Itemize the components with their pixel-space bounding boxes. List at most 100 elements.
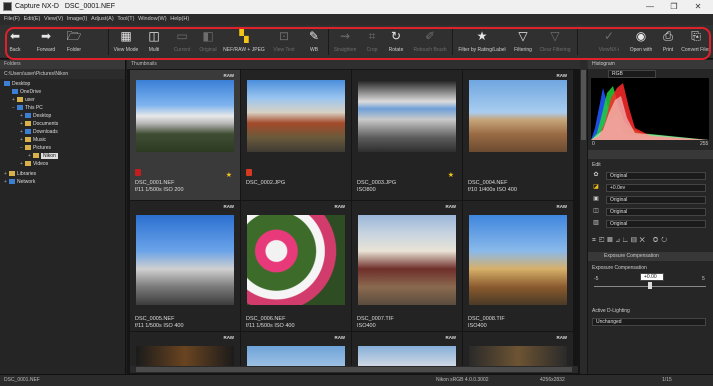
lens-select[interactable]: Original xyxy=(606,220,706,228)
menu-view[interactable]: View(V) xyxy=(44,14,63,25)
exposure-slider-thumb[interactable] xyxy=(648,282,652,289)
tree-music[interactable]: + Music xyxy=(20,136,46,144)
edit-tab-bar xyxy=(588,150,713,159)
thumbnail-cell[interactable]: RAW DSC_0004.NEF f/10 1/400s ISO 400 xyxy=(463,70,573,200)
tree-network[interactable]: + Network xyxy=(4,178,35,186)
print-button[interactable]: ⎙ Print xyxy=(659,27,677,57)
back-arrow-icon: ⬅ xyxy=(9,29,21,43)
toolbar-separator xyxy=(577,29,578,55)
toolbar-separator xyxy=(452,29,453,55)
tone-icon: ◫ xyxy=(593,208,599,214)
toolbar-separator xyxy=(108,29,109,55)
current-button[interactable]: ▭ Current xyxy=(170,27,194,57)
view-text-button[interactable]: ⊡ View Text xyxy=(270,27,298,57)
tree-pictures[interactable]: − Pictures xyxy=(20,144,51,152)
maximize-button[interactable]: ❐ xyxy=(664,2,684,11)
histogram-channel-select[interactable]: RGB xyxy=(608,70,656,78)
funnel-icon: ▽ xyxy=(518,29,528,43)
clear-filtering-button[interactable]: ▽ Clear Filtering xyxy=(537,27,573,57)
tool-icons-row[interactable]: ⌗◰▦⊿◺▨✕ ◎↻ xyxy=(592,237,670,245)
open-with-button[interactable]: ◉ Open with xyxy=(627,27,655,57)
tree-libraries[interactable]: + Libraries xyxy=(4,170,36,178)
multi-button[interactable]: ◫ Multi xyxy=(144,27,164,57)
file-name: DSC_0007.TIF xyxy=(357,316,394,322)
thumbnail-cell[interactable]: RAW xyxy=(241,332,351,366)
file-meta: f/11 1/500s ISO 400 xyxy=(135,323,184,329)
scroll-thumb[interactable] xyxy=(581,70,586,140)
menu-window[interactable]: Window(W) xyxy=(138,14,166,25)
title-bar: Capture NX-D DSC_0001.NEF — ❐ ✕ xyxy=(0,0,713,14)
file-name: DSC_0002.JPG xyxy=(246,180,286,186)
menu-adjust[interactable]: Adjust(A) xyxy=(91,14,114,25)
tree-this-pc[interactable]: − This PC xyxy=(12,104,43,112)
tree-desktop[interactable]: Desktop xyxy=(4,80,30,88)
label-flag-icon xyxy=(135,169,141,176)
back-button[interactable]: ⬅ Back xyxy=(4,27,26,57)
star-rating-icon: ★ xyxy=(225,172,232,179)
window-title: Capture NX-D DSC_0001.NEF xyxy=(15,3,116,10)
thumbnail-cell[interactable]: RAW xyxy=(130,332,240,366)
filtering-button[interactable]: ▽ Filtering xyxy=(511,27,535,57)
thumbnail-cell[interactable]: DSC_0002.JPG xyxy=(241,70,351,200)
thumbnail-cell[interactable]: RAW DSC_0006.NEF f/11 1/500s ISO 400 xyxy=(241,201,351,331)
rotate-button[interactable]: ↻ Rotate xyxy=(385,27,407,57)
scroll-thumb[interactable] xyxy=(136,367,572,372)
forward-arrow-icon: ➡ xyxy=(40,29,52,43)
forward-button[interactable]: ➡ Forward xyxy=(31,27,61,57)
original-button[interactable]: ◧ Original xyxy=(196,27,220,57)
wb-button[interactable]: ✎ WB xyxy=(305,27,323,57)
menu-image[interactable]: Image(I) xyxy=(67,14,87,25)
pictures-icon xyxy=(25,145,31,151)
thumbnail-cell[interactable]: RAW xyxy=(463,332,573,366)
thumbnail-image xyxy=(247,215,345,305)
white-balance-select[interactable]: Original xyxy=(606,196,706,204)
retouch-brush-button[interactable]: ✐ Retouch Brush xyxy=(410,27,450,57)
histogram-min: 0 xyxy=(592,141,595,147)
thumbnail-cell[interactable]: RAW xyxy=(352,332,462,366)
thumbnail-cell[interactable]: RAW DSC_0007.TIF ISO400 xyxy=(352,201,462,331)
tree-onedrive[interactable]: OneDrive xyxy=(12,88,41,96)
close-button[interactable]: ✕ xyxy=(688,2,708,11)
picture-control-select[interactable]: Original xyxy=(606,172,706,180)
tone-select[interactable]: Original xyxy=(606,208,706,216)
nef-jpeg-button[interactable]: ▚ NEF/RAW + JPEG xyxy=(222,27,266,57)
thumbnail-grid: Thumbnails RAW ★ DSC_0001.NEF f/11 1/500… xyxy=(127,60,588,374)
tree-desktop-2[interactable]: + Desktop xyxy=(20,112,51,120)
thumbnail-cell[interactable]: ★ DSC_0003.JPG ISO800 xyxy=(352,70,462,200)
menu-edit[interactable]: Edit(E) xyxy=(24,14,41,25)
raw-badge: RAW xyxy=(223,335,235,340)
convert-files-button[interactable]: ⎘ Convert Files xyxy=(681,27,711,57)
d-lighting-select[interactable]: Unchanged xyxy=(592,318,706,326)
eyedropper-icon: ✎ xyxy=(308,29,320,43)
crop-button[interactable]: ⌗ Crop xyxy=(363,27,381,57)
menu-help[interactable]: Help(H) xyxy=(170,14,189,25)
thumbnail-image xyxy=(136,346,234,366)
straighten-button[interactable]: ⇝ Straighten xyxy=(331,27,359,57)
thumbnail-horizontal-scrollbar[interactable] xyxy=(130,366,578,373)
thumbnail-image xyxy=(358,80,456,152)
menu-file[interactable]: File(F) xyxy=(4,14,20,25)
thumbnail-image xyxy=(469,346,567,366)
exposure-select[interactable]: +0.0ev xyxy=(606,184,706,192)
tree-videos[interactable]: + Videos xyxy=(20,160,48,168)
folder-button[interactable]: 🗁 Folder xyxy=(63,27,85,57)
filter-rating-button[interactable]: ★ Filter by Rating/Label xyxy=(456,27,508,57)
tree-user[interactable]: + user xyxy=(12,96,35,104)
minimize-button[interactable]: — xyxy=(640,2,660,11)
thumbnail-cell[interactable]: RAW DSC_0008.TIF ISO400 xyxy=(463,201,573,331)
thumbnail-vertical-scrollbar[interactable] xyxy=(580,60,587,374)
exposure-comp-header[interactable]: Exposure Compensation xyxy=(588,252,713,261)
thumbnail-cell[interactable]: RAW ★ DSC_0001.NEF f/11 1/500s ISO 200 xyxy=(130,70,240,200)
tree-downloads[interactable]: + Downloads xyxy=(20,128,58,136)
edit-label: Edit xyxy=(592,162,601,168)
menu-tool[interactable]: Tool(T) xyxy=(117,14,134,25)
thumbnail-cell[interactable]: RAW DSC_0005.NEF f/11 1/500s ISO 400 xyxy=(130,201,240,331)
tree-documents[interactable]: + Documents xyxy=(20,120,58,128)
raw-badge: RAW xyxy=(445,204,457,209)
tree-nikon[interactable]: + Nikon xyxy=(28,152,58,160)
exposure-value-field[interactable]: +0.00 xyxy=(640,273,664,281)
viewnx-button[interactable]: ✓ ViewNX-i xyxy=(594,27,624,57)
folder-path[interactable]: C:\Users\user\Pictures\Nikon xyxy=(0,69,125,79)
histogram xyxy=(591,78,709,140)
view-mode-button[interactable]: ▦ View Mode xyxy=(112,27,140,57)
